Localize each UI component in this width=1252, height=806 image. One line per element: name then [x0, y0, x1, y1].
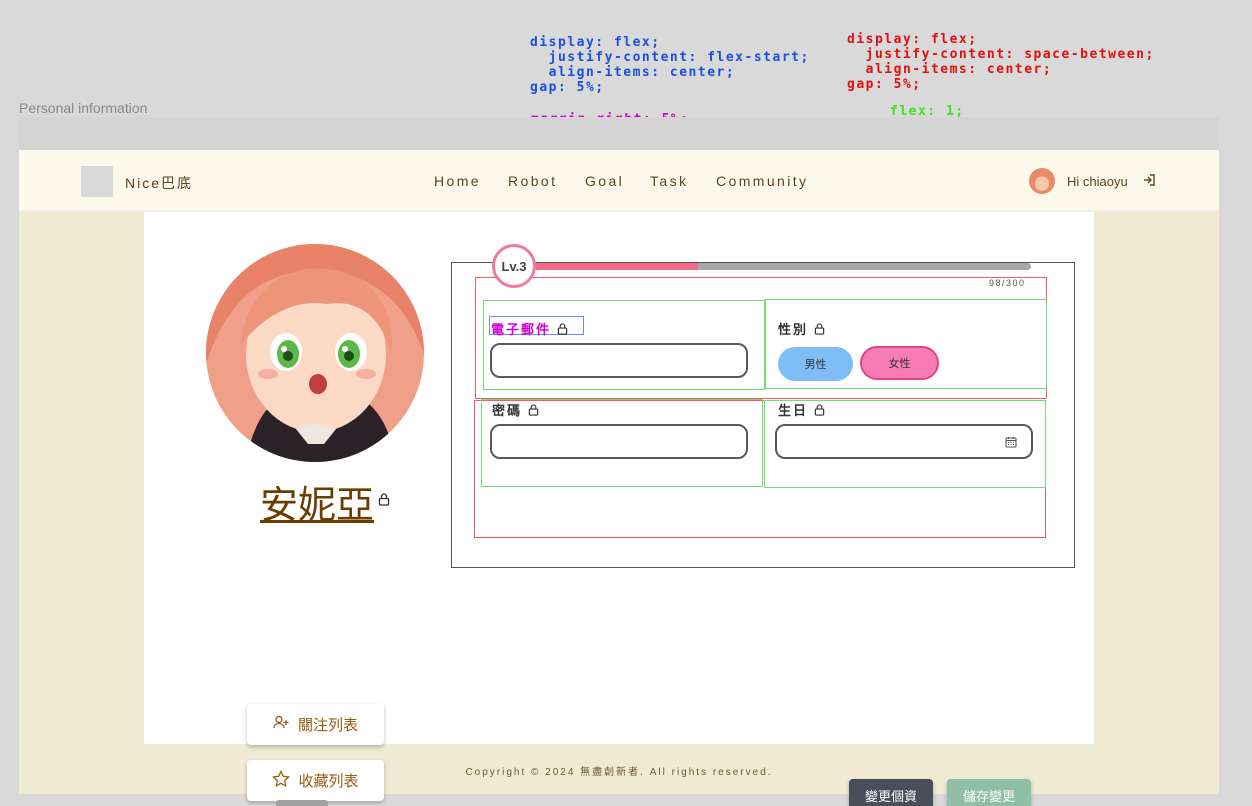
logout-icon[interactable]: [1142, 173, 1156, 190]
edit-profile-button[interactable]: 變更個資: [849, 779, 933, 806]
password-input[interactable]: [490, 424, 748, 459]
email-label: 電子郵件: [491, 319, 568, 338]
user-greeting: Hi chiaoyu: [1067, 173, 1128, 189]
birthday-input[interactable]: [775, 424, 1033, 459]
frame-title: Personal information: [19, 100, 148, 116]
navbar: Nice巴底 Home Robot Goal Task Community Hi…: [19, 150, 1219, 212]
nav-task[interactable]: Task: [650, 173, 688, 189]
password-label: 密碼: [492, 400, 539, 419]
email-input[interactable]: [490, 343, 748, 378]
footer-copyright: Copyright © 2024 無盡創新者. All rights reser…: [465, 767, 773, 778]
follow-list-button[interactable]: 關注列表: [247, 704, 384, 745]
content-card: 安妮亞 關注列表 收藏列表 Lv.3 98/300 電子郵件 性別 男性 女性 …: [144, 212, 1094, 806]
avatar[interactable]: [1029, 168, 1055, 194]
level-progress-fill: [534, 263, 698, 270]
user-menu: Hi chiaoyu: [1029, 168, 1156, 194]
user-plus-icon: [273, 715, 290, 734]
birthday-label: 生日: [778, 400, 825, 419]
brand-name[interactable]: Nice巴底: [125, 173, 193, 193]
follow-list-label: 關注列表: [297, 717, 358, 734]
gender-label-text: 性別: [778, 322, 809, 337]
nav-community[interactable]: Community: [716, 173, 808, 189]
email-label-text: 電子郵件: [491, 322, 552, 337]
profile-name: 安妮亞: [260, 483, 375, 527]
gender-female-button[interactable]: 女性: [860, 346, 939, 380]
gender-label: 性別: [778, 319, 825, 338]
lock-icon: [528, 403, 539, 416]
level-badge: Lv.3: [492, 244, 536, 288]
lock-icon: [557, 322, 568, 335]
password-label-text: 密碼: [492, 403, 523, 418]
page-frame: Nice巴底 Home Robot Goal Task Community Hi…: [19, 150, 1219, 806]
annotation-flex-start: display: flex; justify-content: flex-sta…: [530, 35, 810, 95]
nav-robot[interactable]: Robot: [508, 173, 557, 189]
annotation-space-between: display: flex; justify-content: space-be…: [847, 32, 1155, 92]
logo-placeholder[interactable]: [81, 166, 113, 197]
gender-male-button[interactable]: 男性: [778, 347, 853, 381]
frame-strip: [19, 117, 1219, 150]
nav-home[interactable]: Home: [434, 173, 481, 189]
level-progress-bar: [534, 263, 1031, 270]
nav-goal[interactable]: Goal: [585, 173, 624, 189]
scroll-stub: [276, 800, 328, 806]
lock-icon: [814, 322, 825, 335]
birthday-label-text: 生日: [778, 403, 809, 418]
save-changes-button[interactable]: 儲存變更: [947, 779, 1031, 806]
calendar-icon[interactable]: [1005, 435, 1017, 453]
profile-avatar: [206, 244, 424, 462]
lock-icon: [814, 403, 825, 416]
lock-icon: [378, 493, 390, 511]
